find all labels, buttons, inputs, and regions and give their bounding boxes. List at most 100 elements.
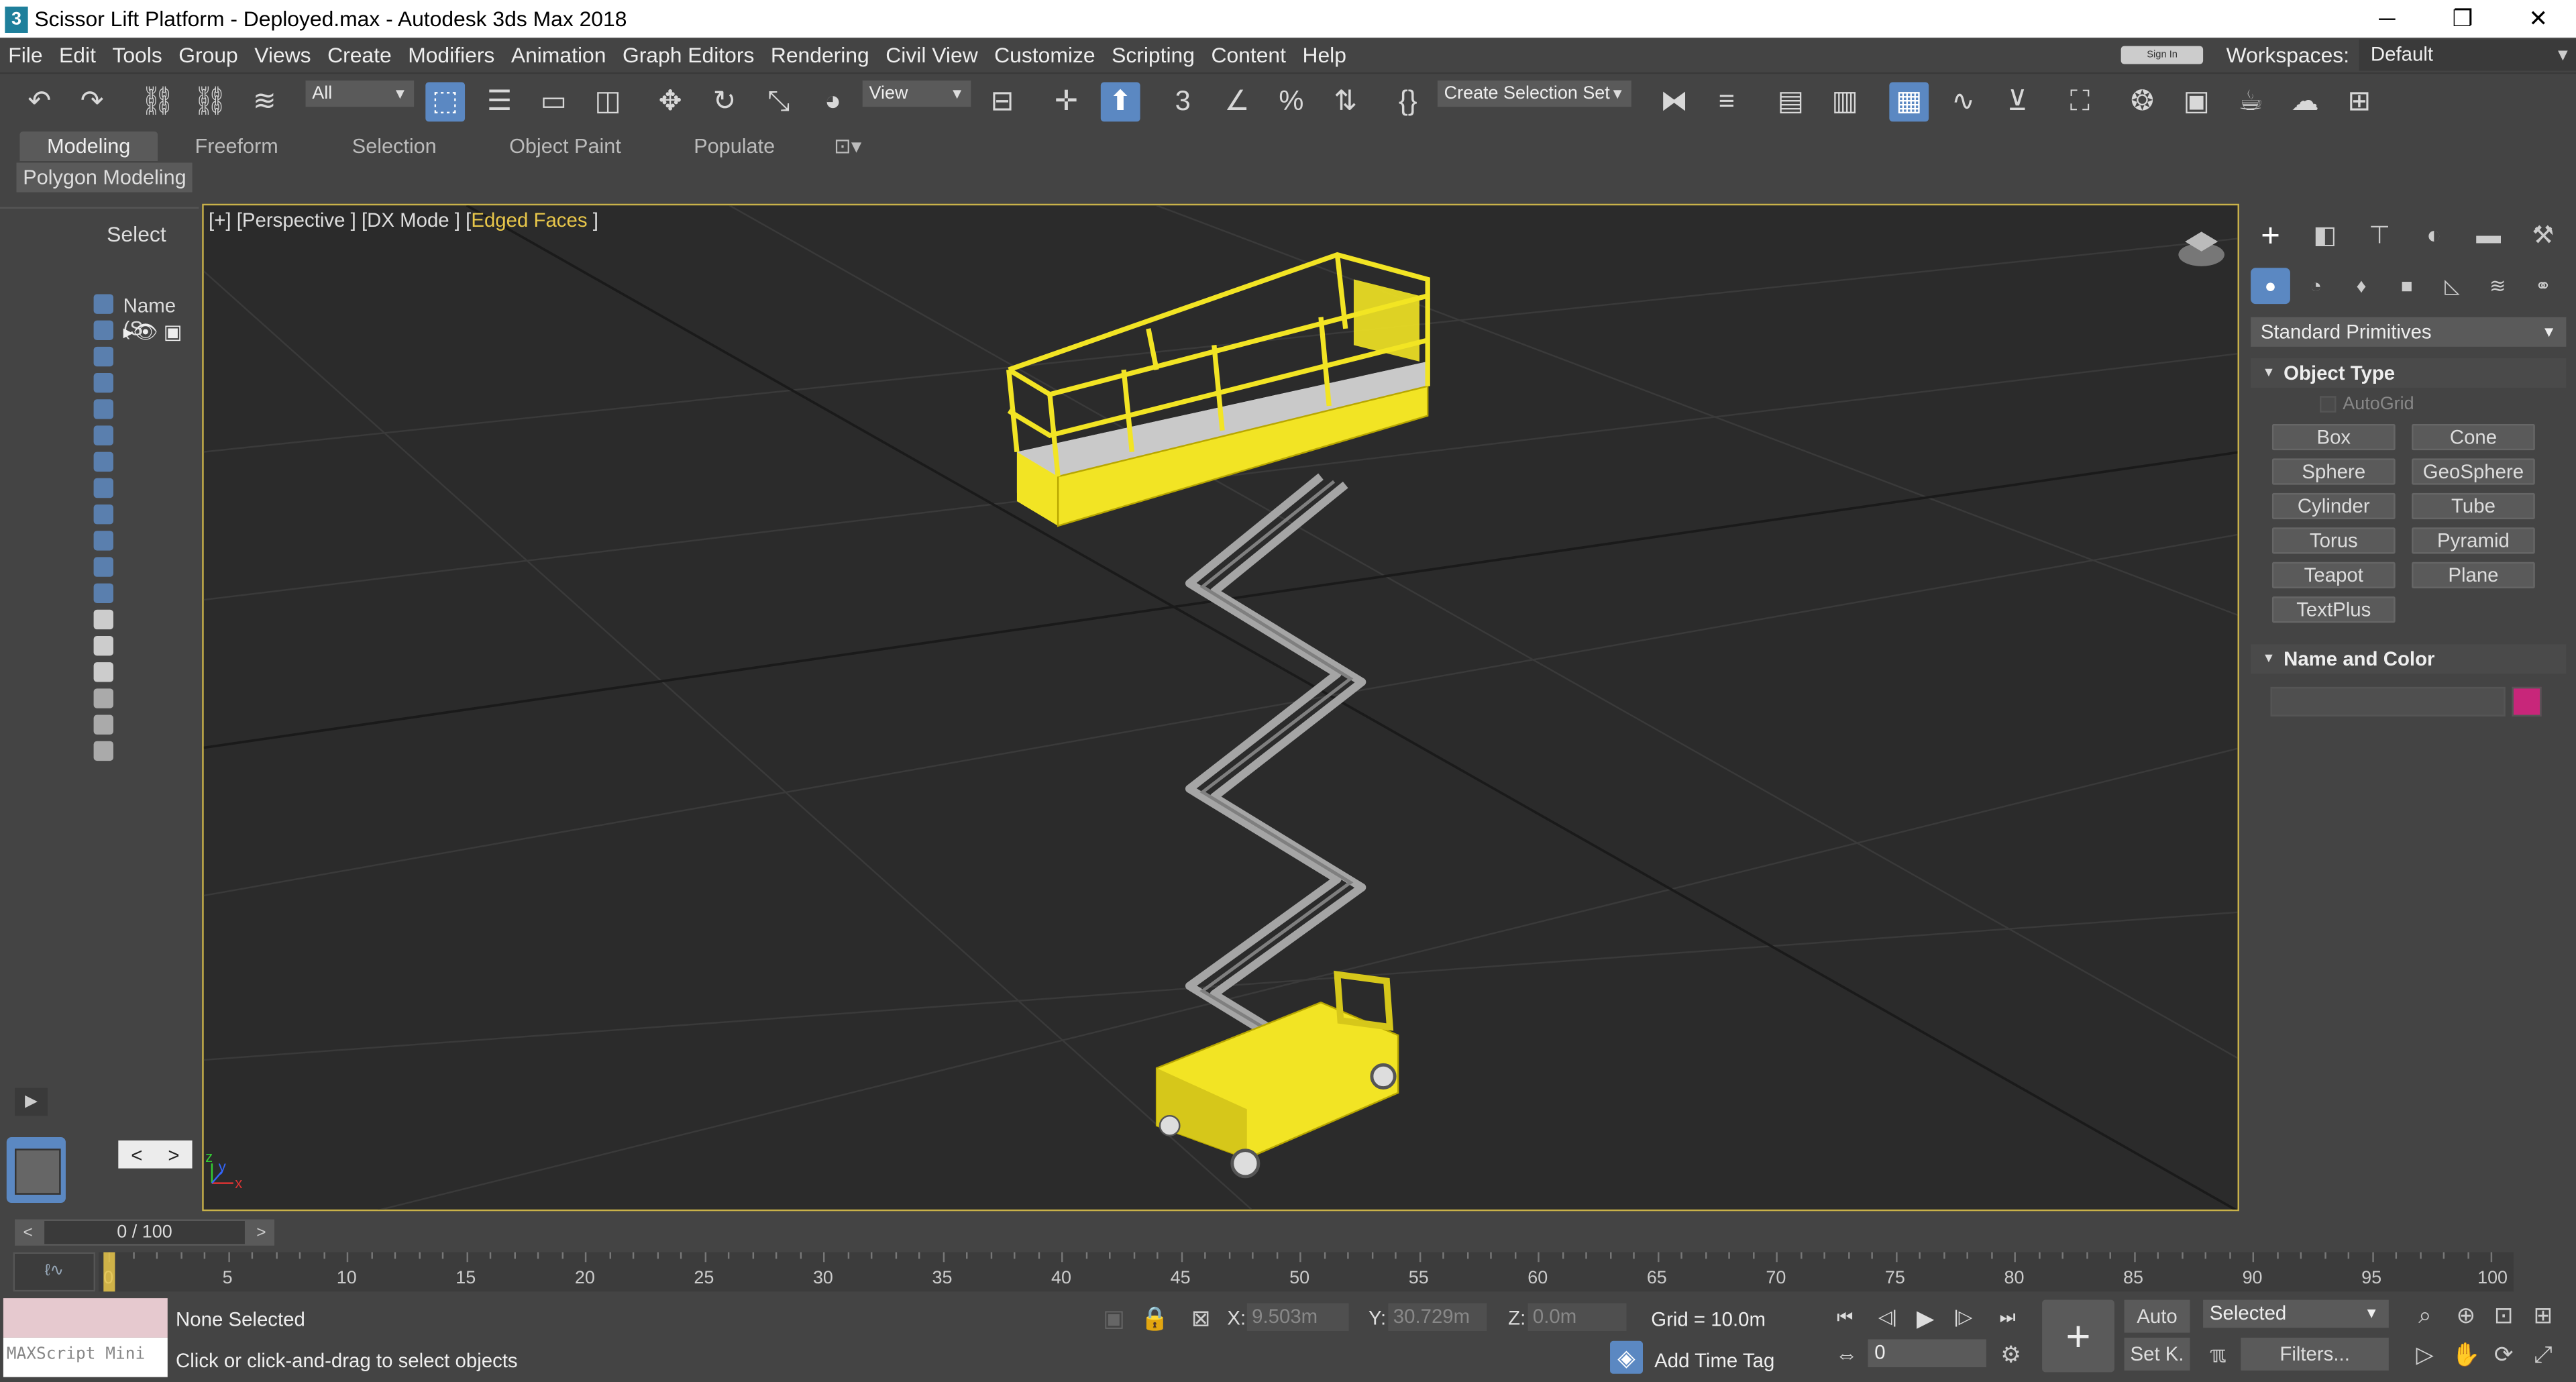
display-xrefs-icon[interactable] <box>93 478 113 498</box>
x-coord-field[interactable]: 9.503m <box>1246 1303 1349 1332</box>
menu-modifiers[interactable]: Modifiers <box>400 43 503 68</box>
render-in-cloud-icon[interactable]: ⊞ <box>2339 82 2379 121</box>
object-type-rollout[interactable]: Object Type <box>2251 358 2567 388</box>
set-key-button[interactable]: Set K. <box>2124 1337 2190 1371</box>
move-icon[interactable]: ✥ <box>651 82 690 121</box>
time-tag-icon[interactable]: ◈ <box>1610 1340 1643 1374</box>
isolate-selection-icon[interactable]: ▣ <box>1097 1301 1130 1334</box>
edit-named-selection-icon[interactable]: {} <box>1388 82 1428 121</box>
shapes-icon[interactable]: ◔ <box>2296 268 2336 304</box>
absolute-mode-icon[interactable]: ⊠ <box>1185 1301 1218 1334</box>
curve-editor-mini-icon[interactable]: ℓ∿ <box>13 1252 96 1292</box>
pan-view-icon[interactable]: ✋ <box>2449 1338 2482 1371</box>
reference-coord-dropdown[interactable]: View <box>862 81 971 107</box>
utilities-tab-icon[interactable]: ⚒ <box>2524 220 2563 253</box>
render-setup-icon[interactable]: ▣ <box>2177 82 2216 121</box>
maxscript-input[interactable]: MAXScript Mini <box>3 1337 168 1377</box>
explorer-prev-button[interactable]: < <box>131 1143 142 1166</box>
rotate-icon[interactable]: ↻ <box>705 82 745 121</box>
create-tab-icon[interactable]: + <box>2251 220 2290 253</box>
primitive-category-dropdown[interactable]: Standard Primitives <box>2251 317 2567 347</box>
cameras-icon[interactable]: ■ <box>2387 268 2426 304</box>
tab-object-paint[interactable]: Object Paint <box>493 131 638 161</box>
cylinder-button[interactable]: Cylinder <box>2271 492 2396 520</box>
menu-scripting[interactable]: Scripting <box>1104 43 1203 68</box>
menu-content[interactable]: Content <box>1203 43 1294 68</box>
current-time-marker[interactable] <box>103 1252 115 1292</box>
teapot-button[interactable]: Teapot <box>2271 562 2396 588</box>
display-frozen-icon[interactable] <box>93 557 113 577</box>
close-button[interactable]: ✕ <box>2500 0 2576 38</box>
rect-selection-icon[interactable]: ▭ <box>534 82 574 121</box>
menu-group[interactable]: Group <box>170 43 246 68</box>
ribbon-options-icon[interactable]: ⊡▾ <box>822 131 874 161</box>
menu-rendering[interactable]: Rendering <box>763 43 877 68</box>
link-icon[interactable]: ⛓ <box>138 82 178 121</box>
track-bar[interactable]: 0510152025303540455055606570758085909510… <box>98 1252 2514 1292</box>
perspective-viewport[interactable]: x y z [+] [Perspective ] [DX Mode ] [Edg… <box>202 203 2239 1212</box>
spinner-snap-icon[interactable]: ⇅ <box>1326 82 1365 121</box>
display-spacewarps-icon[interactable] <box>93 425 113 445</box>
go-to-start-icon[interactable]: ⏮ <box>1827 1303 1863 1332</box>
key-filters-button[interactable]: Filters... <box>2241 1337 2389 1371</box>
minimize-button[interactable]: ─ <box>2349 0 2425 38</box>
key-mode-toggle-icon[interactable]: ⇔ <box>1830 1338 1863 1371</box>
mirror-icon[interactable]: ⧓ <box>1654 82 1694 121</box>
layer-explorer-button[interactable] <box>6 1137 66 1204</box>
time-prev-button[interactable]: < <box>15 1224 41 1242</box>
menu-views[interactable]: Views <box>246 43 319 68</box>
maxscript-listener[interactable]: MAXScript Mini <box>3 1298 168 1377</box>
key-filter-set-dropdown[interactable]: Selected <box>2203 1299 2389 1328</box>
place-icon[interactable]: ◕ <box>813 82 853 121</box>
scene-root-row[interactable]: ▸👁 ▣ <box>123 321 182 343</box>
select-all-icon[interactable] <box>93 741 113 761</box>
display-containers-icon[interactable] <box>93 531 113 551</box>
rendered-frame-icon[interactable]: ☕ <box>2231 82 2271 121</box>
selection-filter-dropdown[interactable]: All <box>305 81 415 107</box>
viewport-shading-menu[interactable]: Edged Faces <box>471 209 587 231</box>
undo-icon[interactable]: ↶ <box>19 82 59 121</box>
menu-customize[interactable]: Customize <box>986 43 1104 68</box>
keyboard-shortcut-override-icon[interactable]: ⬆ <box>1100 82 1140 122</box>
display-groups-icon[interactable] <box>93 451 113 472</box>
zoom-extents-icon[interactable]: ⊡ <box>2487 1298 2520 1331</box>
plane-button[interactable]: Plane <box>2412 562 2535 588</box>
bind-space-warp-icon[interactable]: ≋ <box>245 82 284 121</box>
polygon-modeling-panel[interactable]: Polygon Modeling <box>16 162 193 193</box>
invert-display-icon[interactable] <box>93 662 113 682</box>
space-warps-icon[interactable]: ≋ <box>2478 268 2518 304</box>
orbit-icon[interactable]: ⟳ <box>2487 1338 2520 1371</box>
name-and-color-rollout[interactable]: Name and Color <box>2251 644 2567 674</box>
menu-civil-view[interactable]: Civil View <box>877 43 986 68</box>
named-selection-dropdown[interactable]: Create Selection Set <box>1437 81 1631 107</box>
systems-icon[interactable]: ⚭ <box>2524 268 2563 304</box>
autogrid-box[interactable] <box>2319 396 2337 413</box>
menu-graph-editors[interactable]: Graph Editors <box>614 43 763 68</box>
tab-modeling[interactable]: Modeling <box>19 131 158 162</box>
default-in-out-tangents-icon[interactable]: ℼ <box>2202 1338 2235 1371</box>
go-to-end-icon[interactable]: ⏭ <box>1990 1303 2026 1332</box>
scene-explorer-select-menu[interactable]: Select <box>85 222 199 255</box>
y-coord-field[interactable]: 30.729m <box>1388 1303 1487 1332</box>
motion-tab-icon[interactable]: ◐ <box>2414 220 2454 253</box>
time-slider[interactable]: < 0 / 100 > <box>15 1219 274 1246</box>
display-hidden-icon[interactable] <box>93 583 113 603</box>
box-button[interactable]: Box <box>2271 423 2396 451</box>
dope-sheet-icon[interactable]: ⊻ <box>1998 82 2037 121</box>
sphere-button[interactable]: Sphere <box>2271 458 2396 485</box>
percent-snap-icon[interactable]: % <box>1272 82 1311 121</box>
menu-file[interactable]: File <box>0 43 51 68</box>
render-production-icon[interactable]: ☁ <box>2286 82 2325 121</box>
redo-icon[interactable]: ↷ <box>72 82 112 121</box>
explorer-next-button[interactable]: > <box>168 1143 179 1166</box>
menu-create[interactable]: Create <box>319 43 400 68</box>
angle-snap-icon[interactable]: ∠ <box>1218 82 1257 121</box>
select-object-icon[interactable]: ⬚ <box>425 82 466 122</box>
viewport-mode-menu[interactable]: [DX Mode ] <box>362 209 460 231</box>
helpers-icon[interactable]: ◺ <box>2432 268 2472 304</box>
zoom-all-icon[interactable]: ⊕ <box>2449 1298 2482 1331</box>
pivot-center-icon[interactable]: ⊟ <box>983 82 1022 121</box>
display-tab-icon[interactable]: ▬ <box>2469 220 2508 253</box>
viewport-pov-menu[interactable]: [Perspective ] <box>237 209 356 231</box>
display-all-icon[interactable] <box>93 609 113 630</box>
